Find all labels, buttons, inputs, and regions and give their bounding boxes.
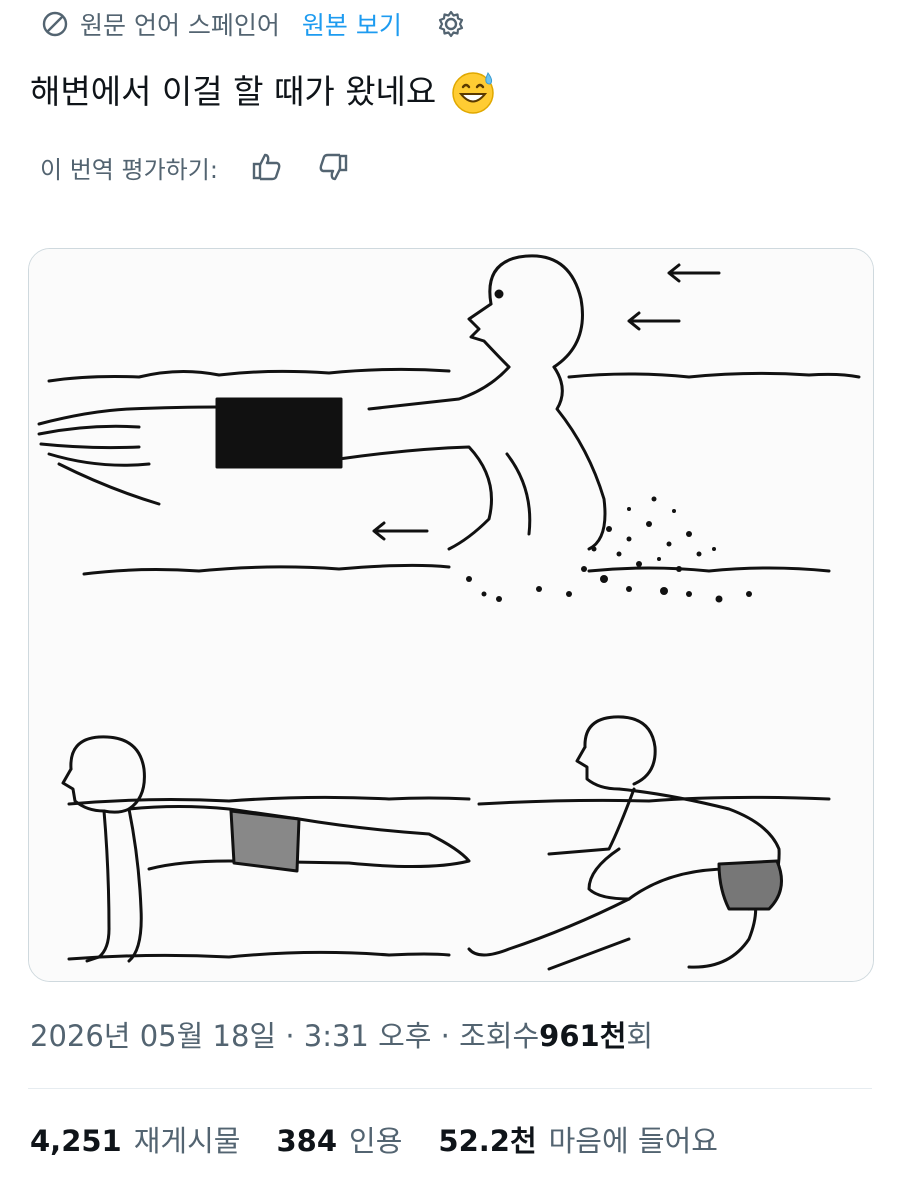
likes-label: 마음에 들어요 [548, 1124, 718, 1158]
quotes-stat[interactable]: 384 인용 [276, 1118, 418, 1160]
translation-bar: 원문 언어 스페인어 원본 보기 [40, 4, 466, 44]
views-label: 조회수 [459, 1019, 540, 1053]
meta-separator: · [440, 1019, 450, 1053]
engagement-stats: 4,251 재게시물 384 인용 52.2천 마음에 들어요 [30, 1118, 734, 1160]
tweet-media-image[interactable] [28, 248, 874, 982]
views-count: 961천 [539, 1019, 627, 1053]
rate-translation-label: 이 번역 평가하기: [40, 155, 218, 184]
reposts-stat[interactable]: 4,251 재게시물 [30, 1118, 256, 1160]
swimming-illustration [29, 249, 873, 981]
likes-count: 52.2천 [438, 1124, 537, 1158]
likes-stat[interactable]: 52.2천 마음에 들어요 [438, 1118, 734, 1160]
source-language-label: 원문 언어 스페인어 [80, 11, 280, 40]
tweet-date[interactable]: 2026년 05월 18일 [30, 1019, 276, 1053]
thumbs-down-icon[interactable] [316, 150, 350, 184]
reposts-count: 4,251 [30, 1124, 122, 1158]
tweet-text-content: 해변에서 이걸 할 때가 왔네요 [30, 72, 437, 111]
thumbs-up-icon[interactable] [250, 150, 284, 184]
translate-icon [40, 9, 70, 39]
show-original-link[interactable]: 원본 보기 [302, 6, 402, 42]
meta-separator: · [285, 1019, 295, 1053]
tweet-meta: 2026년 05월 18일 · 3:31 오후 · 조회수961천회 [30, 1013, 653, 1055]
rate-translation-row: 이 번역 평가하기: [40, 145, 350, 189]
gear-icon[interactable] [436, 9, 466, 39]
tweet-time[interactable]: 3:31 오후 [304, 1019, 432, 1053]
divider [28, 1088, 872, 1089]
quotes-label: 인용 [349, 1124, 403, 1158]
reposts-label: 재게시물 [133, 1124, 241, 1158]
views-suffix: 회 [626, 1019, 654, 1053]
tweet-text: 해변에서 이걸 할 때가 왔네요 [30, 68, 496, 116]
quotes-count: 384 [276, 1124, 338, 1158]
grinning-sweat-emoji [450, 69, 496, 115]
